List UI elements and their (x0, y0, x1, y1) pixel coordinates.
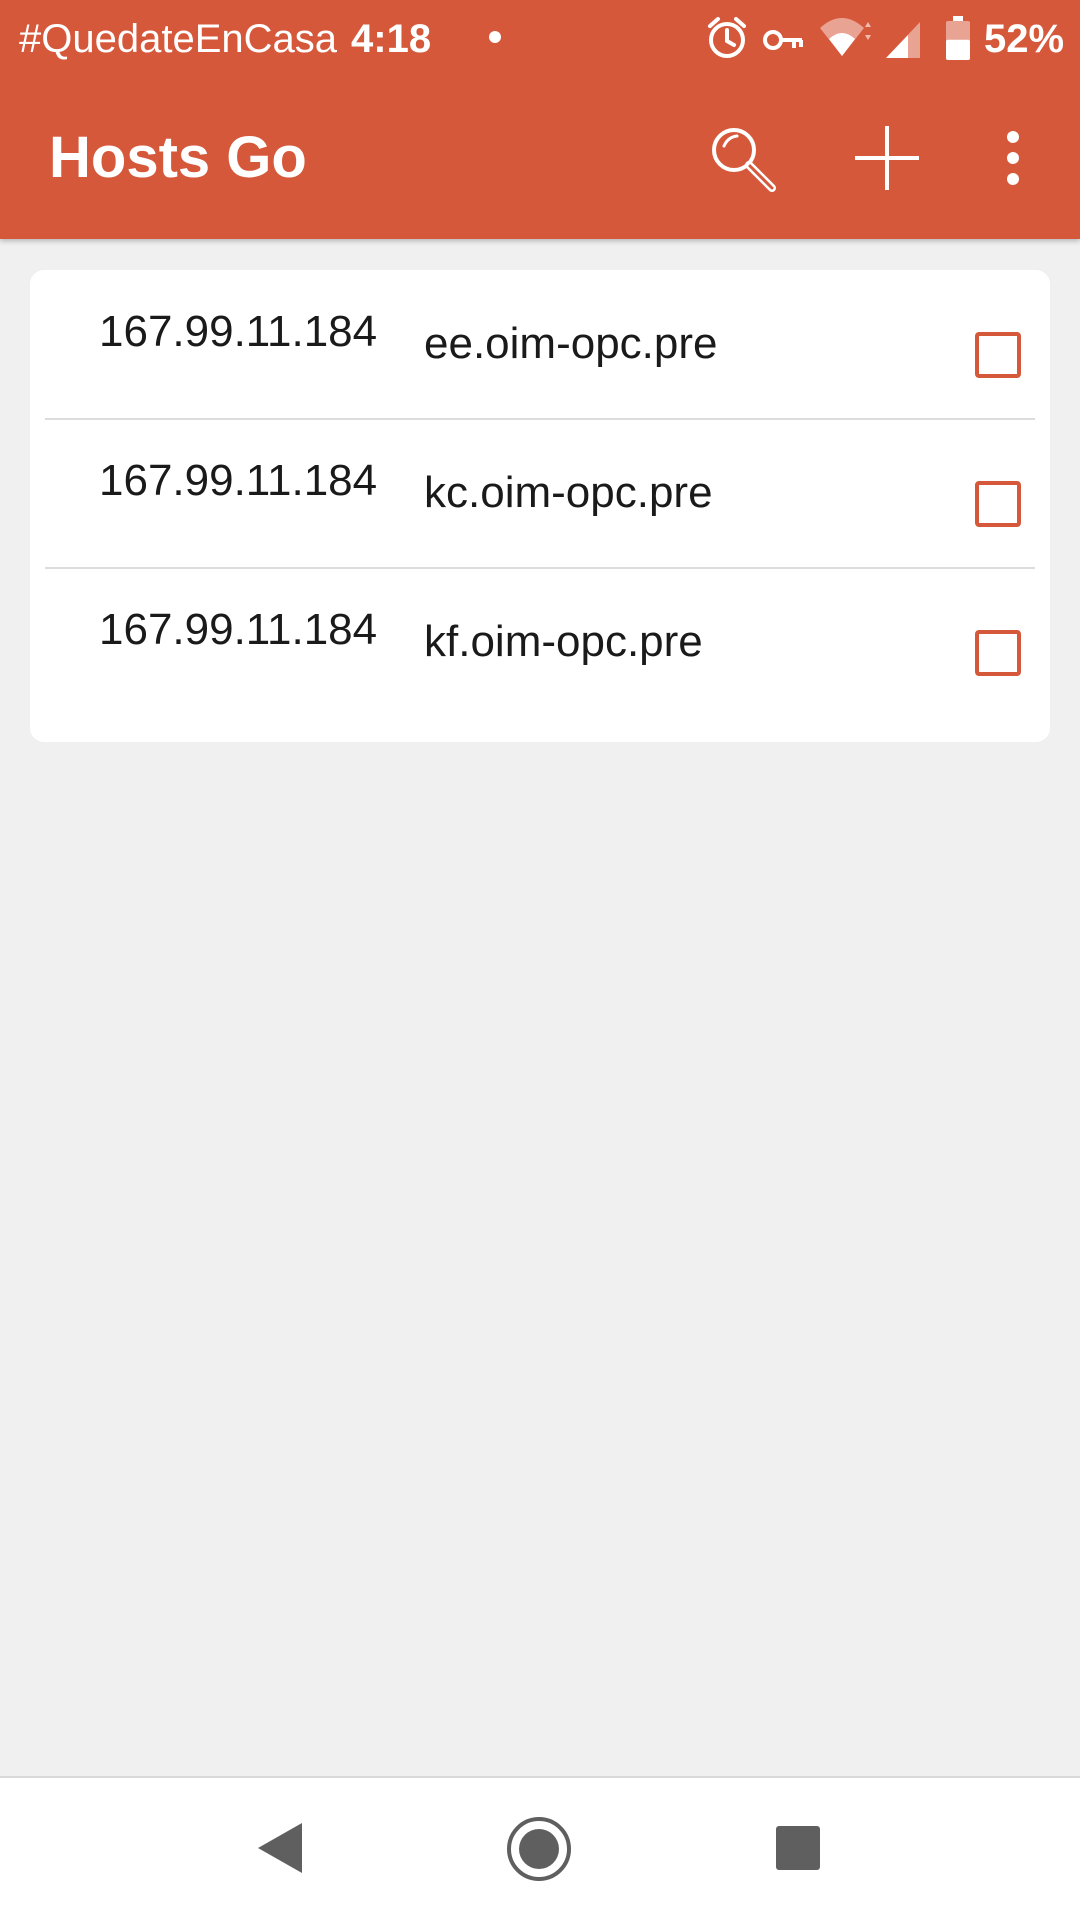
host-name: kf.oim-opc.pre (424, 617, 703, 666)
recents-icon[interactable] (774, 1824, 822, 1872)
status-carrier-text: #QuedateEnCasa (19, 17, 338, 61)
back-icon[interactable] (254, 1820, 306, 1876)
navigation-bar (0, 1776, 1080, 1920)
wifi-icon (820, 18, 871, 56)
host-ip: 167.99.11.184 (99, 605, 378, 654)
alarm-icon (708, 17, 746, 58)
host-name: ee.oim-opc.pre (424, 319, 718, 368)
host-enable-checkbox[interactable] (975, 481, 1021, 527)
hosts-list-card: 167.99.11.184 ee.oim-opc.pre 167.99.11.1… (30, 270, 1050, 742)
host-ip: 167.99.11.184 (99, 307, 378, 356)
add-icon[interactable] (852, 123, 922, 193)
host-row[interactable]: 167.99.11.184 ee.oim-opc.pre (45, 270, 1035, 420)
host-ip: 167.99.11.184 (99, 456, 378, 505)
host-name: kc.oim-opc.pre (424, 468, 713, 517)
vpn-key-icon (763, 30, 803, 50)
home-icon[interactable] (504, 1814, 574, 1884)
app-bar: #QuedateEnCasa 4:18 52% Hosts Go (0, 0, 1080, 239)
host-row[interactable]: 167.99.11.184 kf.oim-opc.pre (45, 568, 1035, 716)
host-enable-checkbox[interactable] (975, 332, 1021, 378)
host-row[interactable]: 167.99.11.184 kc.oim-opc.pre (45, 419, 1035, 569)
search-icon[interactable] (706, 122, 782, 198)
notification-dot (489, 31, 501, 43)
signal-icon (886, 22, 920, 58)
status-time: 4:18 (351, 17, 432, 61)
battery-percent: 52% (984, 17, 1065, 61)
more-vert-icon[interactable] (998, 129, 1028, 187)
host-enable-checkbox[interactable] (975, 630, 1021, 676)
app-title: Hosts Go (49, 125, 307, 190)
battery-icon (946, 16, 970, 60)
status-bar: #QuedateEnCasa 4:18 52% (0, 0, 1080, 78)
status-left: #QuedateEnCasa 4:18 (19, 17, 431, 62)
